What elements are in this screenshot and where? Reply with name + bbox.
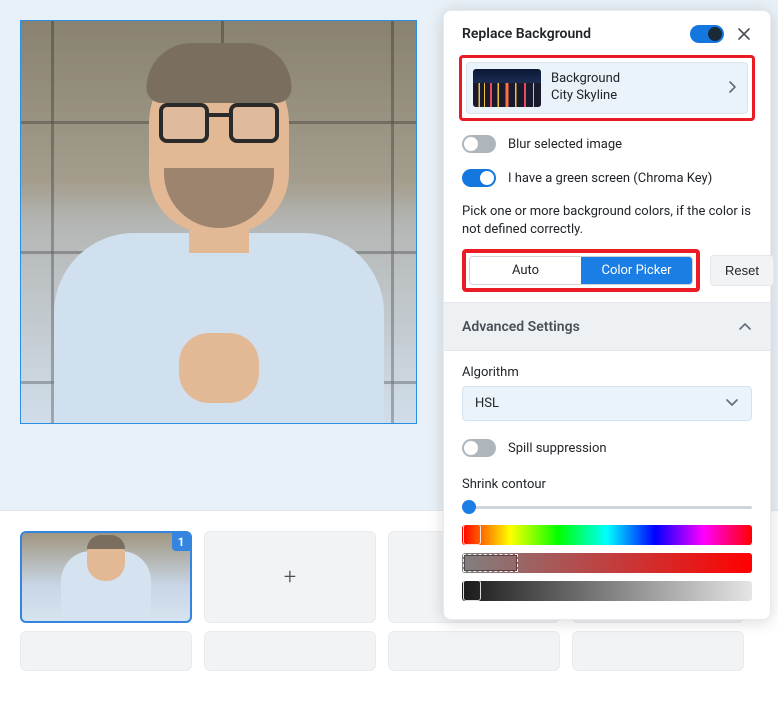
slider-thumb[interactable] [462, 500, 476, 514]
slide-thumbnail[interactable]: 1 [20, 531, 192, 623]
saturation-slider[interactable] [462, 553, 752, 573]
blur-toggle[interactable] [462, 135, 496, 153]
preview-canvas[interactable] [20, 20, 417, 424]
blur-label: Blur selected image [508, 137, 622, 152]
background-thumbnail [473, 69, 541, 107]
spill-suppression-label: Spill suppression [508, 441, 607, 456]
hue-slider[interactable] [462, 525, 752, 545]
slide-placeholder[interactable] [20, 631, 192, 671]
luminance-marker[interactable] [463, 580, 481, 601]
saturation-range-marker[interactable] [463, 554, 518, 572]
algorithm-select[interactable]: HSL [462, 386, 752, 421]
reset-button[interactable]: Reset [710, 255, 774, 286]
slide-placeholder[interactable] [572, 631, 744, 671]
background-selector-highlight: Background City Skyline [459, 55, 755, 121]
shrink-contour-label: Shrink contour [462, 477, 752, 492]
spill-suppression-toggle[interactable] [462, 439, 496, 457]
replace-background-panel: Replace Background Background City Skyli… [443, 10, 771, 620]
luminance-slider[interactable] [462, 581, 752, 601]
panel-title: Replace Background [462, 26, 591, 42]
chevron-up-icon [738, 317, 752, 336]
hue-marker[interactable] [463, 524, 481, 545]
mode-selector-highlight: Auto Color Picker [462, 249, 700, 292]
advanced-settings-toggle[interactable]: Advanced Settings [444, 302, 770, 351]
shrink-contour-slider[interactable] [462, 506, 752, 509]
replace-background-toggle[interactable] [690, 25, 724, 43]
close-icon[interactable] [736, 26, 752, 42]
background-name: City Skyline [551, 88, 717, 105]
background-selector[interactable]: Background City Skyline [466, 62, 748, 114]
algorithm-label: Algorithm [462, 365, 752, 380]
chevron-right-icon [727, 79, 737, 98]
plus-icon: + [284, 565, 296, 590]
advanced-settings-title: Advanced Settings [462, 319, 580, 335]
mode-selector: Auto Color Picker [469, 256, 693, 285]
background-field-label: Background [551, 71, 717, 88]
slide-placeholder[interactable] [388, 631, 560, 671]
chevron-down-icon [725, 396, 739, 411]
slide-placeholder[interactable] [204, 631, 376, 671]
add-slide-button[interactable]: + [204, 531, 376, 623]
chroma-key-toggle[interactable] [462, 169, 496, 187]
slide-badge: 1 [172, 533, 190, 551]
mode-color-picker-button[interactable]: Color Picker [581, 257, 692, 284]
chroma-key-label: I have a green screen (Chroma Key) [508, 171, 712, 186]
mode-auto-button[interactable]: Auto [470, 257, 581, 284]
algorithm-value: HSL [475, 396, 499, 411]
help-text: Pick one or more background colors, if t… [444, 195, 770, 249]
